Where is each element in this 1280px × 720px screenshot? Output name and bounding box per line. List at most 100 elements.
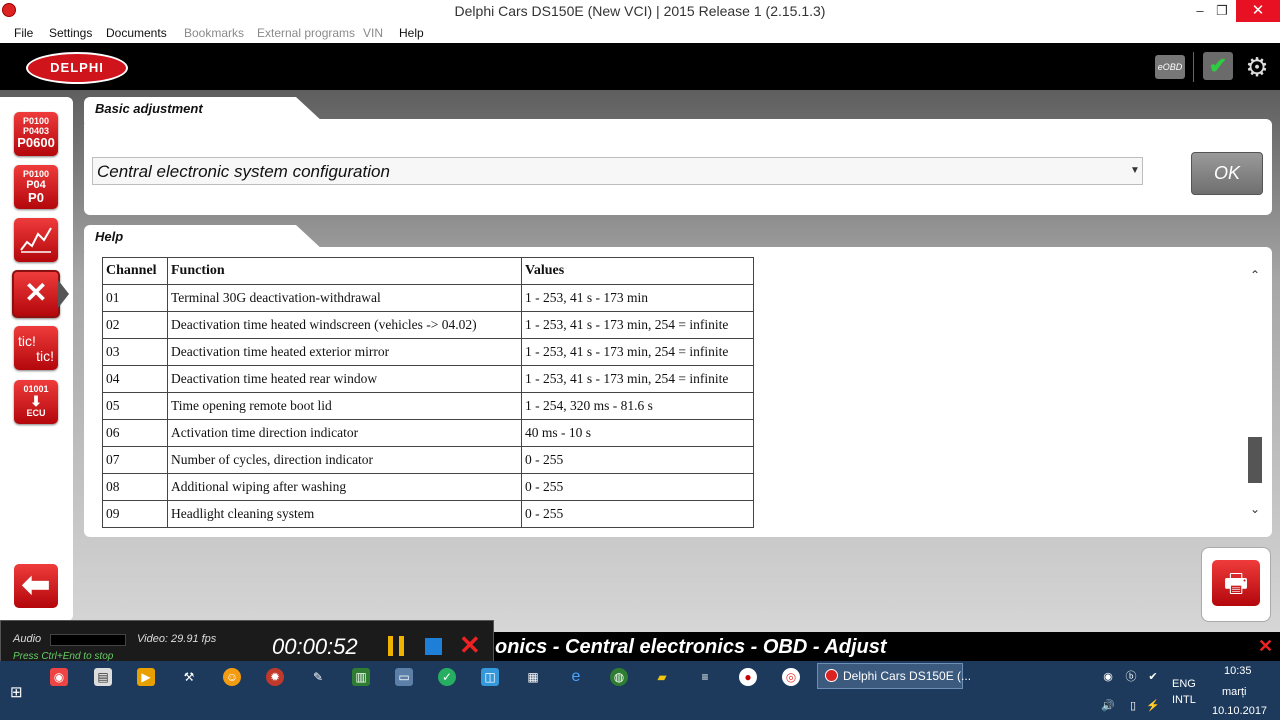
status-breadcrumb: onics - Central electronics - OBD - Adju… [495, 636, 887, 658]
close-window-button[interactable]: ✕ [1236, 0, 1280, 22]
window-title-bar: Delphi Cars DS150E (New VCI) | 2015 Rele… [0, 0, 1280, 23]
app-icon[interactable] [2, 3, 16, 17]
channel-cell: 08 [102, 473, 168, 501]
chevron-down-icon[interactable]: ▼ [1130, 165, 1140, 176]
values-cell: 0 - 255 [521, 500, 754, 528]
tray-volume-icon[interactable]: 🔊 [1101, 699, 1115, 713]
function-cell: Deactivation time heated exterior mirror [167, 338, 522, 366]
tray-recorder-icon[interactable]: ◉ [1101, 670, 1115, 684]
tray-power-icon[interactable]: ⚡ [1146, 699, 1160, 713]
values-cell: 1 - 253, 41 s - 173 min, 254 = infinite [521, 365, 754, 393]
taskbar-check-icon[interactable]: ✓ [438, 668, 456, 686]
function-cell: Number of cycles, direction indicator [167, 446, 522, 474]
taskbar-media-icon[interactable]: ▶ [137, 668, 155, 686]
back-button[interactable]: ⬅ [14, 564, 58, 608]
table-row: 01 Terminal 30G deactivation-withdrawal … [102, 284, 754, 312]
taskbar-tool-icon[interactable]: ⚒ [180, 668, 198, 686]
function-cell: Time opening remote boot lid [167, 392, 522, 420]
values-cell: 1 - 253, 41 s - 173 min, 254 = infinite [521, 338, 754, 366]
windows-start-icon[interactable]: ⊞ [10, 683, 23, 701]
column-header-function: Function [167, 257, 522, 285]
actuator-test-button[interactable]: tic! tic! [14, 326, 58, 370]
taskbar-emoji-icon[interactable]: ☺ [223, 668, 241, 686]
active-section-arrow-icon [58, 280, 69, 308]
menu-settings[interactable]: Settings [49, 26, 92, 40]
taskbar-file-icon[interactable]: ▤ [94, 668, 112, 686]
function-cell: Terminal 30G deactivation-withdrawal [167, 284, 522, 312]
channel-cell: 01 [102, 284, 168, 312]
tray-clock-time[interactable]: 10:35 [1224, 665, 1252, 677]
table-row: 06 Activation time direction indicator 4… [102, 419, 754, 447]
fault-codes-button[interactable]: P0100 P0403 P0600 [14, 112, 58, 156]
tray-keyboard-layout[interactable]: INTL [1172, 694, 1196, 706]
fault-code-line: P0100 [22, 116, 50, 126]
recorder-audio-label: Audio [13, 633, 42, 645]
table-row: 02 Deactivation time heated windscreen (… [102, 311, 754, 339]
taskbar-notes-icon[interactable]: ≡ [696, 668, 714, 686]
tray-app-icon[interactable]: ⓑ [1124, 670, 1138, 684]
taskbar-monitor-icon[interactable]: ▭ [395, 668, 413, 686]
menu-help[interactable]: Help [399, 26, 424, 40]
table-header-row: Channel Function Values [102, 257, 754, 285]
basic-adjustment-title: Basic adjustment [95, 101, 203, 116]
taskbar-globe-icon[interactable]: ◍ [610, 668, 628, 686]
live-data-graph-icon [20, 227, 52, 253]
fault-code-line: P0600 [17, 135, 55, 150]
taskbar-folder-icon[interactable]: ▰ [653, 668, 671, 686]
taskbar-chart-icon[interactable]: ▥ [352, 668, 370, 686]
values-cell: 0 - 255 [521, 473, 754, 501]
back-arrow-icon: ⬅ [21, 566, 51, 604]
taskbar-record-icon[interactable]: ● [739, 668, 757, 686]
menu-vin[interactable]: VIN [363, 26, 383, 40]
print-button[interactable]: 🖶 [1212, 560, 1260, 606]
eobd-button[interactable]: eOBD [1155, 55, 1185, 79]
tray-network-icon[interactable]: ✔ [1146, 670, 1160, 684]
table-row: 08 Additional wiping after washing 0 - 2… [102, 473, 754, 501]
ecu-programming-button[interactable]: 01001 ⬇ ECU [14, 380, 58, 424]
stop-icon[interactable] [425, 638, 442, 655]
menu-bookmarks[interactable]: Bookmarks [184, 26, 244, 40]
adjustment-tools-button[interactable]: ✕ [12, 270, 60, 318]
tray-language[interactable]: ENG [1172, 678, 1196, 690]
channel-cell: 04 [102, 365, 168, 393]
ok-button[interactable]: OK [1191, 152, 1263, 195]
values-cell: 1 - 253, 41 s - 173 min, 254 = infinite [521, 311, 754, 339]
values-cell: 40 ms - 10 s [521, 419, 754, 447]
taskbar-window-icon[interactable]: ◫ [481, 668, 499, 686]
taskbar-grid-icon[interactable]: ▦ [524, 668, 542, 686]
help-title: Help [95, 229, 124, 244]
taskbar-brush-icon[interactable]: ✎ [309, 668, 327, 686]
channel-cell: 03 [102, 338, 168, 366]
tray-clock-day[interactable]: marți [1222, 686, 1246, 698]
taskbar-chrome-icon[interactable]: ◎ [782, 668, 800, 686]
live-data-button[interactable] [14, 218, 58, 262]
delphi-logo: DELPHI [26, 52, 128, 84]
table-row: 05 Time opening remote boot lid 1 - 254,… [102, 392, 754, 420]
table-row: 09 Headlight cleaning system 0 - 255 [102, 500, 754, 528]
printer-icon: 🖶 [1223, 568, 1249, 598]
menu-documents[interactable]: Documents [106, 26, 167, 40]
taskbar-ie-icon[interactable]: e [567, 668, 585, 686]
tray-battery-icon[interactable]: ▯ [1126, 699, 1140, 713]
scroll-up-icon[interactable]: ⌃ [1249, 268, 1261, 284]
scroll-down-icon[interactable]: ⌄ [1249, 502, 1261, 518]
actuator-line: tic! [18, 333, 36, 349]
restore-button[interactable]: ❐ [1208, 0, 1236, 22]
tray-clock-date[interactable]: 10.10.2017 [1212, 705, 1267, 717]
window-title: Delphi Cars DS150E (New VCI) | 2015 Rele… [454, 3, 826, 19]
vci-connected-icon[interactable]: ✔ [1203, 52, 1233, 80]
function-cell: Deactivation time heated rear window [167, 365, 522, 393]
channel-cell: 07 [102, 446, 168, 474]
scrollbar-thumb[interactable] [1248, 437, 1262, 483]
close-icon[interactable]: ✕ [1258, 636, 1273, 657]
settings-gear-icon[interactable]: ⚙ [1242, 52, 1272, 82]
menu-file[interactable]: File [14, 26, 33, 40]
taskbar-app-icon[interactable]: ◉ [50, 668, 68, 686]
pause-icon[interactable] [388, 636, 404, 656]
help-table: Channel Function Values 01 Terminal 30G … [102, 257, 754, 528]
clear-fault-codes-button[interactable]: P0100 P04 P0 [14, 165, 58, 209]
recorder-close-icon[interactable]: ✕ [459, 630, 481, 661]
function-cell: Activation time direction indicator [167, 419, 522, 447]
taskbar-gear-icon[interactable]: ✹ [266, 668, 284, 686]
menu-external-programs[interactable]: External programs [257, 26, 355, 40]
